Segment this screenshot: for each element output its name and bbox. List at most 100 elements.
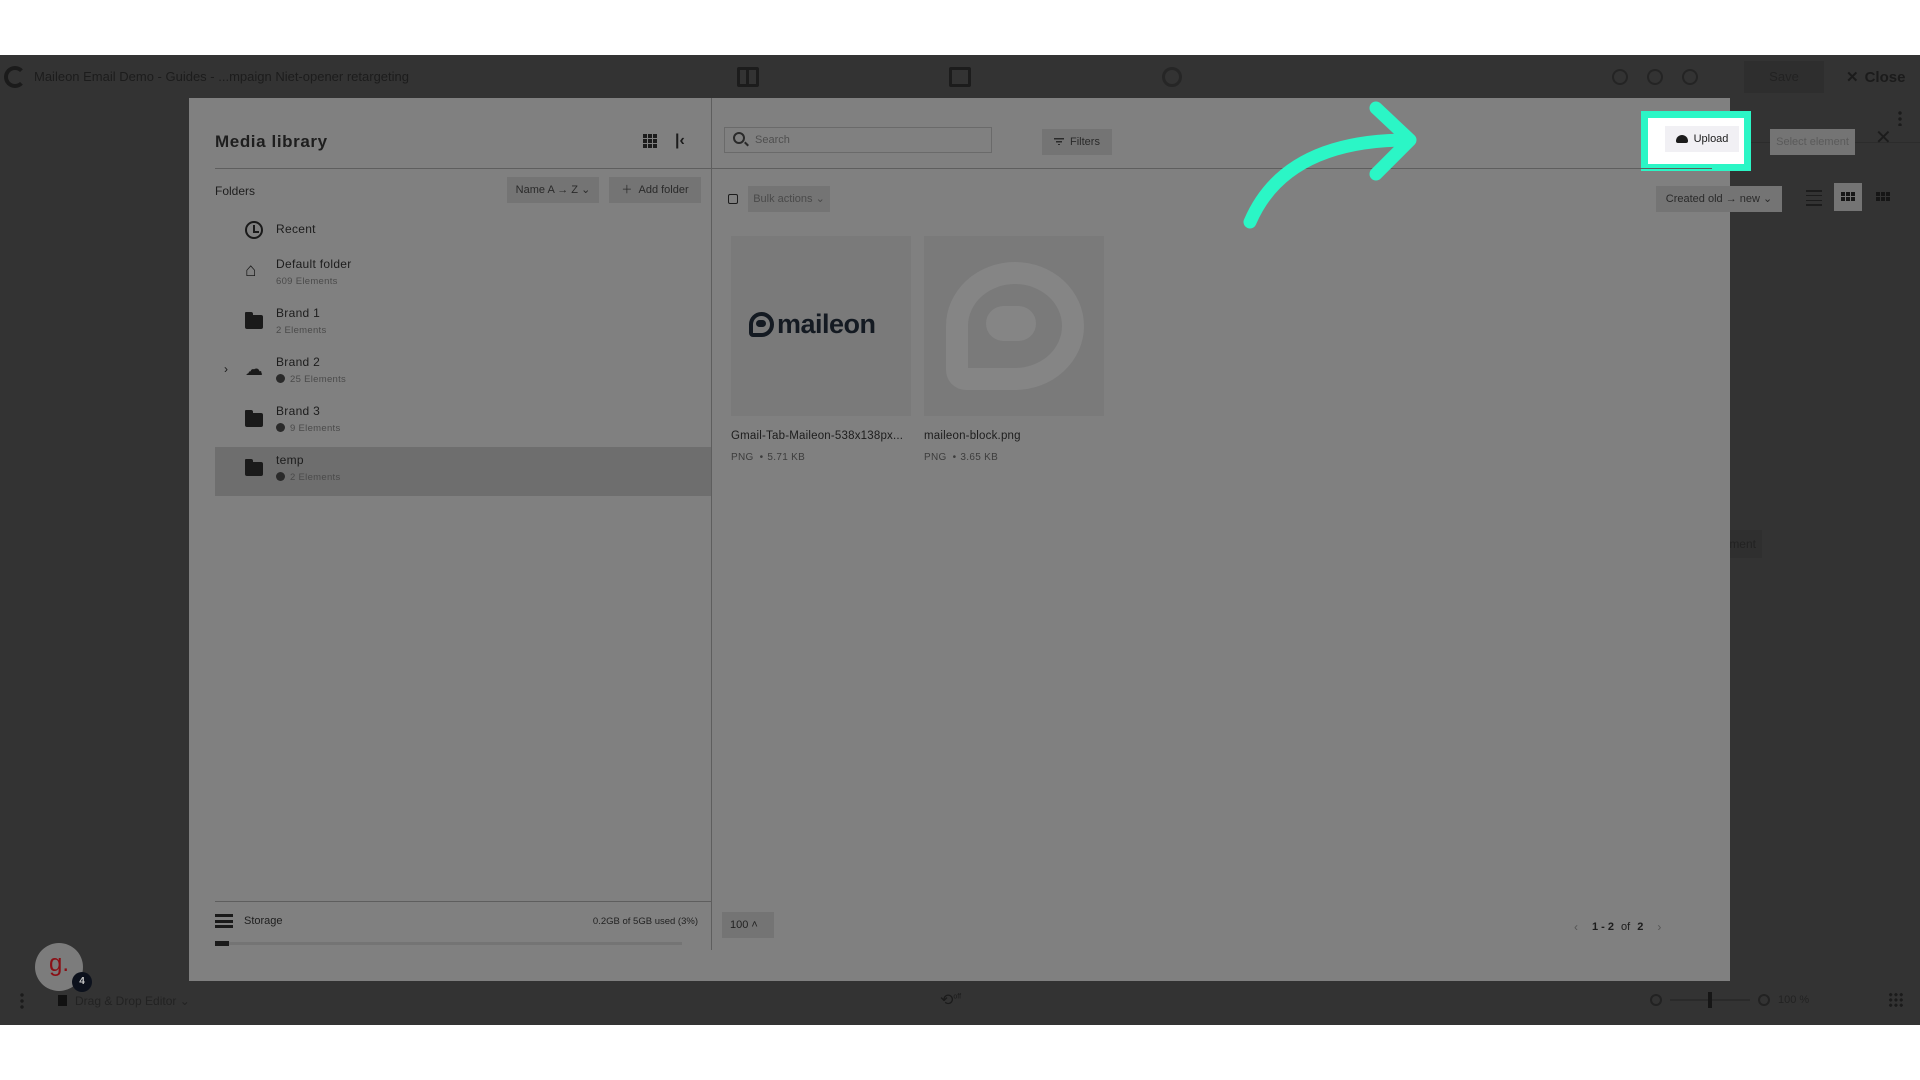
select-all-checkbox[interactable] xyxy=(728,194,738,204)
modal-title: Media library xyxy=(215,132,328,151)
chevron-down-icon: ⌄ xyxy=(581,184,591,196)
media-meta: PNG • 3.65 KB xyxy=(924,452,999,463)
plus-icon: ＋ xyxy=(621,184,633,196)
cloud-upload-icon xyxy=(1675,135,1688,143)
clock-icon xyxy=(245,221,263,239)
page-range: 1 - 2 xyxy=(1592,921,1615,933)
folder-count: 25 Elements xyxy=(276,374,346,385)
divider xyxy=(215,168,711,169)
filters-button[interactable]: Filters xyxy=(1042,129,1112,155)
prev-page-icon[interactable]: ‹ xyxy=(1574,920,1578,934)
zoom-in-icon[interactable] xyxy=(1758,994,1770,1006)
cloud-upload-icon: ☁ xyxy=(245,359,263,379)
settings-gear-icon[interactable] xyxy=(1162,67,1182,87)
folder-name: temp xyxy=(276,453,304,467)
folder-count: 9 Elements xyxy=(276,423,341,434)
folder-item-recent[interactable]: Recent xyxy=(215,210,711,251)
items-per-page-dropdown[interactable]: 100 ˄ xyxy=(722,912,774,938)
masonry-view-icon[interactable] xyxy=(1876,192,1890,201)
folder-item-temp[interactable]: temp 2 Elements xyxy=(215,447,711,496)
close-modal-icon[interactable]: ✕ xyxy=(1875,127,1892,149)
media-card[interactable]: maileon Gmail-Tab-Maileon-538x138px... P… xyxy=(731,236,911,463)
autosave-toggle[interactable]: ⟲off xyxy=(940,990,961,1010)
globe-icon xyxy=(276,423,285,432)
media-sort-dropdown[interactable]: Created old → new ⌄ xyxy=(1656,186,1782,212)
close-editor-button[interactable]: ✕ Close xyxy=(1846,68,1905,86)
folder-icon xyxy=(245,459,263,476)
undo-icon[interactable] xyxy=(1612,69,1628,85)
search-input[interactable] xyxy=(755,128,985,152)
next-page-icon[interactable]: › xyxy=(1657,920,1661,934)
guide-letter: g. xyxy=(48,950,69,977)
guide-notification-badge: 4 xyxy=(72,972,92,992)
search-icon xyxy=(733,132,745,144)
home-icon: ⌂ xyxy=(245,260,257,281)
folder-item-brand-2[interactable]: › ☁ Brand 2 25 Elements xyxy=(215,349,711,398)
editor-mode-label: Drag & Drop Editor xyxy=(75,994,177,1008)
maileon-logo-icon xyxy=(749,312,774,337)
apps-grid-icon[interactable] xyxy=(1888,992,1904,1008)
folder-name: Recent xyxy=(276,222,316,236)
grid-view-button[interactable] xyxy=(1834,183,1862,211)
highlight-inner: Upload xyxy=(1648,118,1744,164)
select-element-button[interactable]: Select element xyxy=(1770,129,1855,155)
storage-icon xyxy=(215,914,233,928)
layout-icon[interactable] xyxy=(737,67,759,87)
storage-usage-text: 0.2GB of 5GB used (3%) xyxy=(592,916,698,927)
filters-label: Filters xyxy=(1070,136,1100,148)
close-icon: ✕ xyxy=(1846,69,1859,86)
grid-view-icon xyxy=(1841,192,1855,201)
divider xyxy=(215,901,711,902)
apps-grid-icon[interactable] xyxy=(643,134,657,148)
folders-panel: Media library |‹ Folders Name A → Z ⌄ ＋ … xyxy=(189,98,711,981)
folder-name: Brand 1 xyxy=(276,306,321,320)
folder-sort-dropdown[interactable]: Name A → Z ⌄ xyxy=(507,177,599,203)
folders-label: Folders xyxy=(215,184,256,198)
media-name: Gmail-Tab-Maileon-538x138px... xyxy=(731,430,904,442)
folder-count-text: 2 Elements xyxy=(290,472,341,483)
media-sort-label: Created old → new xyxy=(1665,193,1760,205)
filter-icon xyxy=(1054,138,1065,145)
media-name: maileon-block.png xyxy=(924,430,1021,442)
editor-mode-selector[interactable]: Drag & Drop Editor ⌄ xyxy=(58,994,190,1008)
add-folder-label: Add folder xyxy=(638,184,689,196)
media-thumbnail[interactable] xyxy=(924,236,1104,416)
media-card[interactable]: maileon-block.png PNG • 3.65 KB xyxy=(924,236,1104,463)
folder-icon xyxy=(245,410,263,427)
storage-label: Storage xyxy=(244,915,283,927)
more-options-icon[interactable] xyxy=(1898,110,1902,126)
zoom-slider[interactable] xyxy=(1670,992,1750,1008)
expand-chevron-icon[interactable]: › xyxy=(224,362,228,376)
add-folder-button[interactable]: ＋ Add folder xyxy=(609,177,701,203)
bulk-actions-dropdown[interactable]: Bulk actions ⌄ xyxy=(748,186,830,212)
menu-kebab-icon[interactable] xyxy=(20,992,24,1010)
close-label: Close xyxy=(1864,69,1906,86)
zoom-out-icon[interactable] xyxy=(1650,994,1662,1006)
bulk-actions-label: Bulk actions xyxy=(753,193,813,205)
folder-item-default[interactable]: ⌂ Default folder 609 Elements xyxy=(215,251,711,300)
collapse-panel-icon[interactable]: |‹ xyxy=(675,132,685,150)
divider xyxy=(712,168,1712,169)
list-view-icon[interactable] xyxy=(1806,190,1822,206)
history-icon[interactable] xyxy=(1647,69,1663,85)
media-meta: PNG • 5.71 KB xyxy=(731,452,806,463)
app-top-bar: Maileon Email Demo - Guides - ...mpaign … xyxy=(0,55,1920,98)
folder-item-brand-3[interactable]: Brand 3 9 Elements xyxy=(215,398,711,447)
desktop-preview-icon[interactable] xyxy=(949,67,971,87)
maileon-logo-icon xyxy=(4,66,26,88)
storage-progress-fill xyxy=(215,941,229,946)
editor-icon xyxy=(58,995,67,1006)
save-button[interactable]: Save xyxy=(1744,61,1824,93)
redo-icon[interactable] xyxy=(1682,69,1698,85)
storage-progress-bar xyxy=(215,941,682,946)
upload-button[interactable]: Upload xyxy=(1665,126,1739,152)
media-panel: Filters Upload Select element ✕ Bulk act… xyxy=(712,98,1892,981)
media-thumbnail[interactable]: maileon xyxy=(731,236,911,416)
media-size: 3.65 KB xyxy=(960,452,999,463)
media-type: PNG xyxy=(924,452,947,463)
per-page-value: 100 xyxy=(730,919,749,931)
folder-item-brand-1[interactable]: Brand 1 2 Elements xyxy=(215,300,711,349)
search-field[interactable] xyxy=(724,127,992,153)
folder-count-text: 25 Elements xyxy=(290,374,347,385)
media-type: PNG xyxy=(731,452,754,463)
